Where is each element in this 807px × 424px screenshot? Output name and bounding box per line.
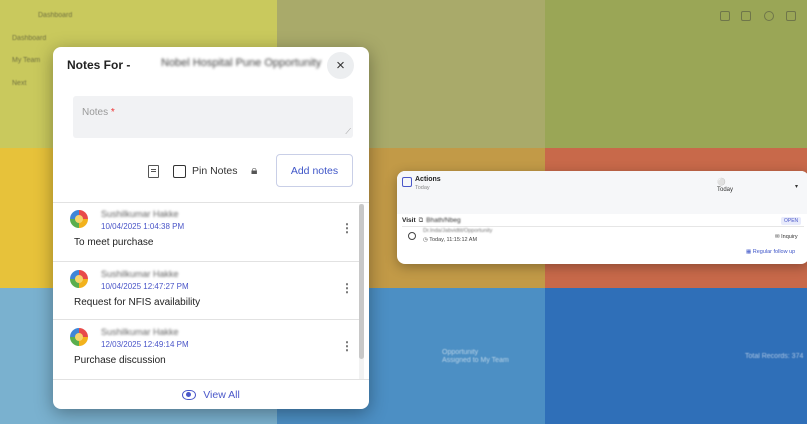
close-icon[interactable]: × [336,57,345,74]
notes-textarea[interactable]: Notes * ⟋ [73,96,353,138]
opportunity-name: Dr.Inda/Jabvidtit/Opportunity [423,228,493,234]
more-options-icon[interactable]: ⋮ [341,282,353,294]
note-text: To meet purchase [74,237,154,248]
opportunity-label: Opportunity [442,349,479,356]
lock-icon[interactable]: 🔒︎ [251,164,257,176]
action-time: ◷ Today, 11:15:12 AM [423,237,478,243]
add-notes-button[interactable]: Add notes [276,154,353,187]
visit-row[interactable]: Visit ⧉ Bhath/Nbeg [402,217,461,225]
eye-icon [182,390,197,400]
note-timestamp: 10/04/2025 12:47:27 PM [101,282,189,291]
settings-icon[interactable] [786,11,796,21]
notes-list: Sushilkumar Hakke 10/04/2025 1:04:38 PM … [53,202,359,378]
date-filter-select[interactable]: Today [717,187,733,193]
inquiry-tag: ✉ Inquiry [775,234,798,240]
follow-up-link[interactable]: ▦ Regular follow up [746,249,795,255]
more-options-icon[interactable]: ⋮ [341,340,353,352]
total-records: Total Records: 374 [745,353,804,360]
divider [402,226,804,227]
actions-card: Actions Today ⚪ Today ▾ Visit ⧉ Bhath/Nbeg… [397,171,807,264]
section-label: Dashboard [12,35,47,42]
actions-subtitle: Today [415,185,430,191]
next-label: Next [12,80,27,87]
refresh-icon[interactable] [720,11,730,21]
my-team-label: My Team [12,57,41,64]
note-text: Request for NFIS availability [74,297,201,308]
visit-label: Visit [402,217,416,224]
notes-label: Notes * [82,107,115,118]
notes-title: Notes For - [67,58,131,72]
note-author: Sushilkumar Hakke [101,209,179,219]
avatar [70,328,88,346]
more-options-icon[interactable]: ⋮ [341,222,353,234]
status-circle-icon [408,232,416,240]
note-item: Sushilkumar Hakke 10/04/2025 1:04:38 PM … [53,202,359,260]
visit-name: Bhath/Nbeg [426,217,461,224]
notes-header: Notes For - Nobel Hospital Pune Opportun… [53,47,369,83]
note-item: Sushilkumar Hakke 10/04/2025 12:47:27 PM… [53,262,359,320]
status-badge: OPEN [781,217,802,225]
avatar [70,270,88,288]
chevron-down-icon[interactable]: ▾ [795,183,798,190]
notes-panel: Notes For - Nobel Hospital Pune Opportun… [53,47,369,409]
view-all-label: View All [203,389,240,401]
note-timestamp: 10/04/2025 1:04:38 PM [101,222,185,231]
bell-icon[interactable] [764,11,774,21]
pin-notes-label: Pin Notes [192,165,238,177]
close-button[interactable]: × [327,52,354,79]
actions-header: Actions Today ⚪ Today ▾ [397,171,807,214]
note-timestamp: 12/03/2025 12:49:14 PM [101,340,189,349]
divider [53,379,369,380]
assigned-label: Assigned to My Team [442,357,509,364]
attachment-icon[interactable] [148,165,159,178]
view-all-button[interactable]: View All [53,383,369,407]
note-text: Purchase discussion [74,355,166,366]
notes-subtitle: Nobel Hospital Pune Opportunity [161,57,322,69]
external-link-icon[interactable]: ⧉ [419,217,424,224]
note-item: Sushilkumar Hakke 12/03/2025 12:49:14 PM… [53,320,359,378]
note-author: Sushilkumar Hakke [101,269,179,279]
note-author: Sushilkumar Hakke [101,327,179,337]
avatar [70,210,88,228]
scrollbar-thumb[interactable] [359,204,364,359]
calendar-check-icon [402,177,412,187]
resize-handle-icon[interactable]: ⟋ [345,127,351,137]
person-icon: ⚪ [717,179,726,186]
pin-notes-checkbox[interactable] [173,165,186,178]
notes-scrollbar[interactable] [359,204,364,379]
bg-tile-3 [545,0,807,148]
actions-title: Actions [415,176,441,183]
grid-icon[interactable] [741,11,751,21]
dashboard-title: Dashboard [38,12,73,19]
